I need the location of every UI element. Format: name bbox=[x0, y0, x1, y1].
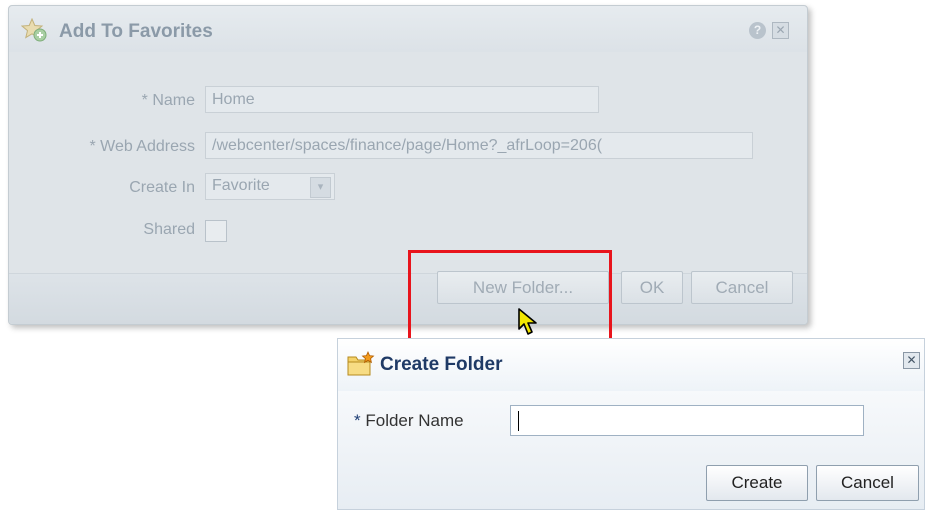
close-icon[interactable]: ✕ bbox=[772, 22, 789, 39]
folder-name-field[interactable] bbox=[510, 405, 864, 436]
shared-label: Shared bbox=[143, 221, 195, 238]
web-address-field[interactable]: /webcenter/spaces/finance/page/Home?_afr… bbox=[205, 132, 753, 159]
create-in-label: Create In bbox=[129, 179, 195, 196]
folder-name-label-text: Folder Name bbox=[365, 411, 464, 430]
arrow-cursor-icon bbox=[517, 307, 545, 341]
name-field[interactable]: Home bbox=[205, 86, 599, 113]
star-add-icon bbox=[20, 17, 47, 46]
new-folder-icon bbox=[346, 351, 376, 381]
ok-button[interactable]: OK bbox=[621, 271, 683, 304]
dialog-title: Create Folder bbox=[380, 354, 503, 375]
highlight-box bbox=[408, 250, 612, 348]
dialog-title: Add To Favorites bbox=[59, 21, 213, 42]
create-in-select[interactable]: Favorite ▾ bbox=[205, 173, 335, 200]
shared-checkbox[interactable] bbox=[205, 220, 227, 242]
cancel-button[interactable]: Cancel bbox=[691, 271, 793, 304]
web-address-label: * Web Address bbox=[89, 138, 195, 155]
folder-name-label: * Folder Name bbox=[354, 411, 464, 431]
chevron-down-icon[interactable]: ▾ bbox=[310, 177, 331, 198]
close-icon[interactable]: ✕ bbox=[903, 352, 920, 369]
name-label: * Name bbox=[141, 92, 195, 109]
create-folder-dialog: Create Folder ✕ * Folder Name Create Can… bbox=[337, 338, 925, 510]
cancel-button[interactable]: Cancel bbox=[816, 465, 919, 501]
help-icon[interactable]: ? bbox=[749, 22, 766, 39]
text-caret bbox=[518, 411, 519, 431]
create-in-value: Favorite bbox=[212, 177, 270, 194]
required-marker: * bbox=[354, 411, 361, 430]
create-button[interactable]: Create bbox=[706, 465, 808, 501]
